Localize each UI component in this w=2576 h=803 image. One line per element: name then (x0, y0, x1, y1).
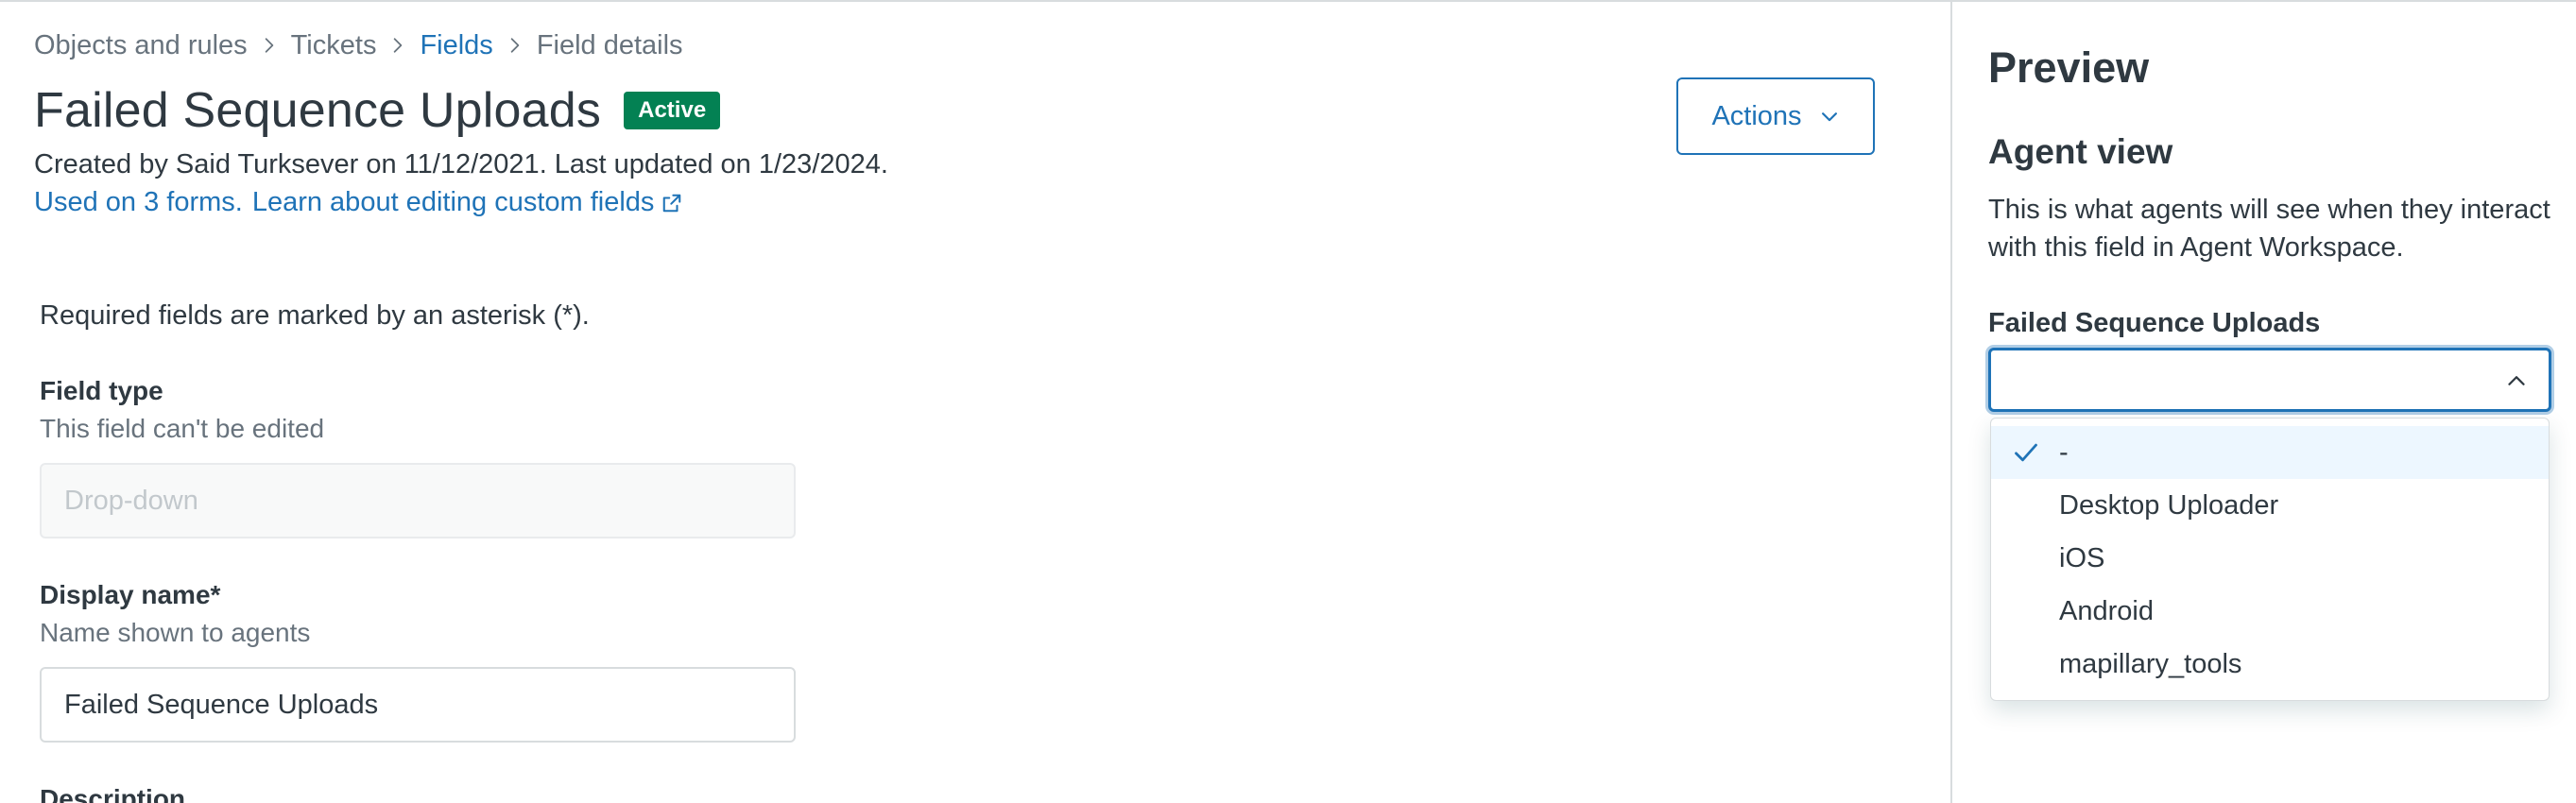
chevron-right-icon (384, 28, 412, 62)
actions-button-label: Actions (1711, 100, 1802, 131)
breadcrumb-field-details: Field details (536, 29, 683, 60)
option-label: Android (2059, 595, 2154, 626)
field-type-input: Drop-down (40, 463, 796, 538)
chevron-right-icon (501, 28, 529, 62)
display-name-input[interactable]: Failed Sequence Uploads (40, 667, 796, 743)
option-label: Desktop Uploader (2059, 489, 2279, 521)
page-title: Failed Sequence Uploads (34, 83, 602, 138)
display-name-value: Failed Sequence Uploads (64, 689, 379, 720)
dropdown-option-mapillary-tools[interactable]: mapillary_tools (1991, 638, 2549, 691)
created-updated-meta: Created by Said Turksever on 11/12/2021.… (34, 149, 888, 179)
main-panel: Objects and rules Tickets Fields Field d… (0, 2, 1950, 803)
display-name-label: Display name* (40, 580, 221, 609)
status-badge: Active (624, 92, 721, 129)
breadcrumb-objects-and-rules[interactable]: Objects and rules (34, 30, 248, 61)
dropdown-option-none[interactable]: - (1991, 426, 2549, 479)
description-label: Description (40, 784, 186, 803)
option-label: - (2059, 436, 2069, 468)
check-icon (2015, 443, 2037, 462)
learn-editing-link[interactable]: Learn about editing custom fields (252, 187, 655, 218)
breadcrumb-fields-link[interactable]: Fields (420, 30, 492, 61)
option-label: mapillary_tools (2059, 648, 2242, 679)
field-type-label: Field type (40, 376, 163, 405)
preview-panel: Preview Agent view This is what agents w… (1952, 2, 2576, 803)
agent-view-heading: Agent view (1988, 132, 2173, 171)
option-label: iOS (2059, 542, 2105, 573)
dropdown-option-ios[interactable]: iOS (1991, 532, 2549, 585)
title-row: Failed Sequence Uploads Active (34, 77, 721, 144)
dropdown-option-desktop-uploader[interactable]: Desktop Uploader (1991, 479, 2549, 532)
preview-title: Preview (1988, 43, 2150, 92)
chevron-right-icon (255, 28, 283, 62)
used-on-forms-link[interactable]: Used on 3 forms. (34, 187, 243, 218)
breadcrumb: Objects and rules Tickets Fields Field d… (34, 28, 683, 62)
external-link-icon[interactable] (661, 191, 686, 215)
meta-links: Used on 3 forms. Learn about editing cus… (34, 187, 686, 218)
preview-field-label: Failed Sequence Uploads (1988, 308, 2321, 338)
field-type-value: Drop-down (64, 485, 198, 516)
display-name-hint: Name shown to agents (40, 618, 311, 647)
chevron-down-icon (1819, 106, 1840, 127)
preview-dropdown-select[interactable] (1988, 348, 2551, 412)
breadcrumb-tickets[interactable]: Tickets (291, 30, 377, 61)
required-fields-note: Required fields are marked by an asteris… (40, 300, 590, 331)
actions-button[interactable]: Actions (1676, 77, 1875, 155)
dropdown-option-android[interactable]: Android (1991, 585, 2549, 638)
chevron-up-icon (2508, 376, 2525, 385)
dropdown-menu: - Desktop Uploader iOS Android mapillary… (1990, 418, 2550, 701)
field-type-hint: This field can't be edited (40, 414, 325, 443)
agent-view-description: This is what agents will see when they i… (1988, 195, 2550, 263)
